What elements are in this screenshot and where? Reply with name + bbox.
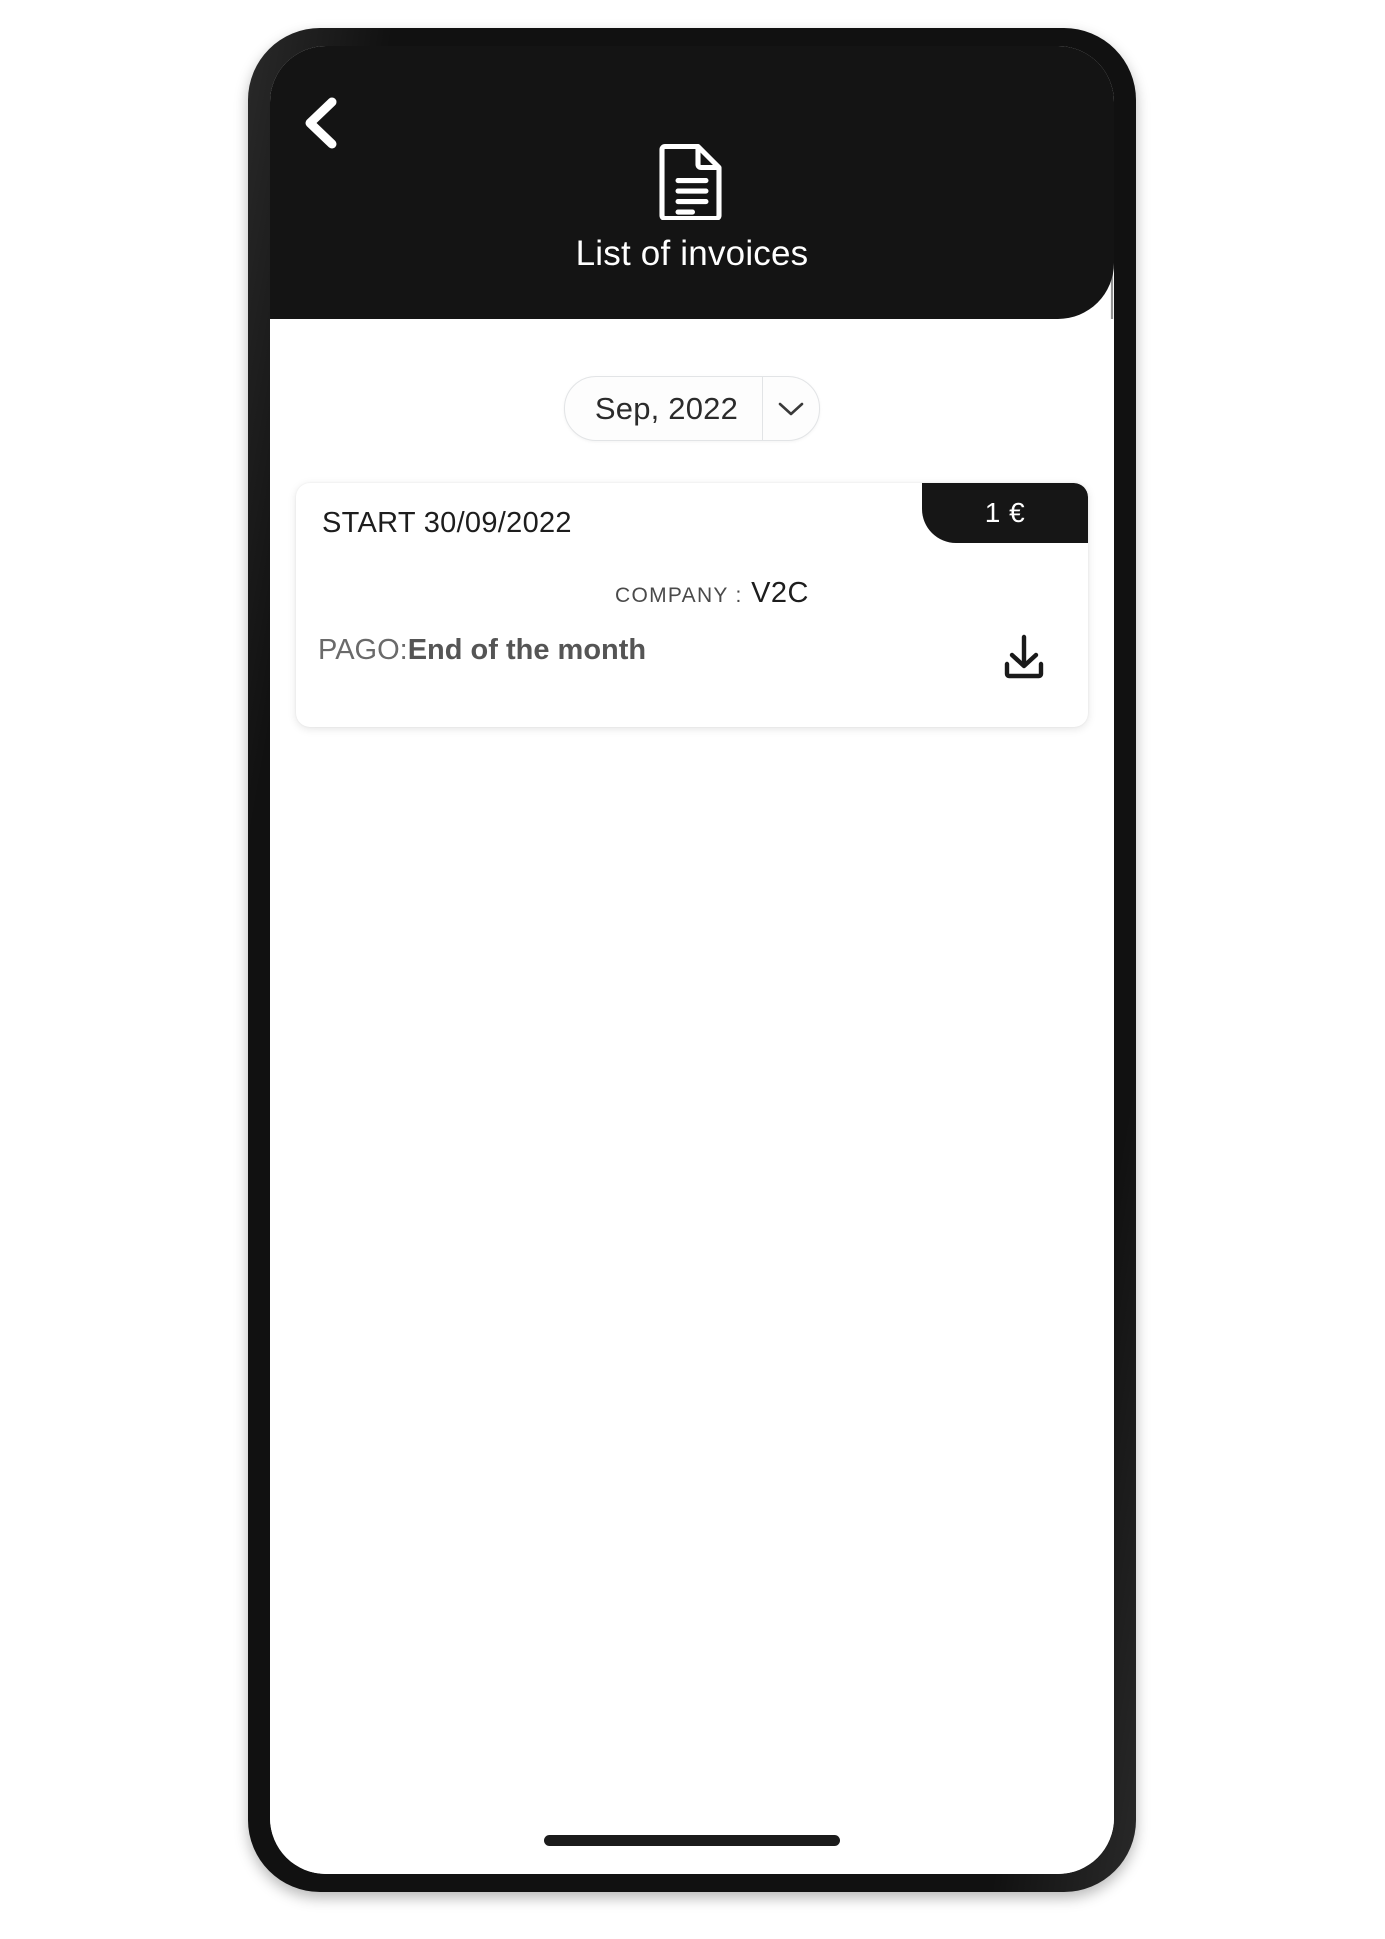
download-invoice-button[interactable] bbox=[992, 625, 1056, 689]
invoice-payment-label: PAGO: bbox=[318, 634, 408, 666]
invoice-amount-badge: 1 € bbox=[922, 483, 1088, 543]
phone-frame: List of invoices Sep, 2022 1 € START 30/… bbox=[248, 28, 1136, 1892]
document-icon-wrap bbox=[270, 142, 1114, 220]
invoice-payment-value: End of the month bbox=[407, 634, 647, 666]
screen-body: Sep, 2022 1 € START 30/09/2022 COMPANY:… bbox=[270, 319, 1114, 1874]
document-icon bbox=[659, 143, 722, 220]
month-selector-row: Sep, 2022 bbox=[270, 376, 1114, 441]
invoice-start-date: START 30/09/2022 bbox=[322, 507, 572, 539]
invoice-company-label: COMPANY : bbox=[615, 584, 743, 607]
invoice-list: 1 € START 30/09/2022 COMPANY : V2C PAGO:… bbox=[270, 483, 1114, 727]
month-selector[interactable]: Sep, 2022 bbox=[563, 376, 821, 441]
phone-screen: List of invoices Sep, 2022 1 € START 30/… bbox=[270, 46, 1114, 1874]
month-selector-chevron[interactable] bbox=[763, 377, 819, 440]
invoice-company: COMPANY : V2C bbox=[296, 577, 1088, 610]
app-header: List of invoices bbox=[270, 46, 1114, 319]
header-titlebar: List of invoices bbox=[270, 142, 1114, 271]
download-icon bbox=[1004, 634, 1044, 679]
home-indicator[interactable] bbox=[544, 1835, 840, 1846]
invoice-company-value: V2C bbox=[751, 577, 809, 609]
page-title: List of invoices bbox=[575, 234, 809, 273]
chevron-down-icon bbox=[778, 402, 804, 415]
invoice-payment: PAGO:End of the month bbox=[318, 633, 748, 668]
month-selector-value: Sep, 2022 bbox=[594, 390, 739, 426]
invoice-card[interactable]: 1 € START 30/09/2022 COMPANY : V2C PAGO:… bbox=[296, 483, 1088, 727]
